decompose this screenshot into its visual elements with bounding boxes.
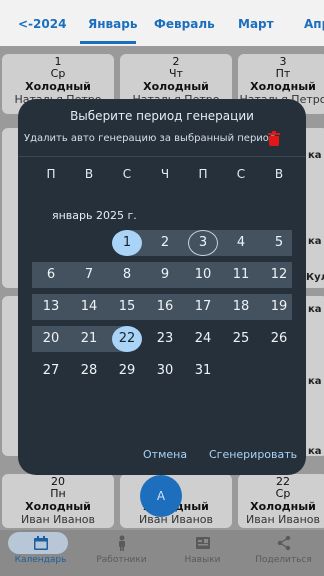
day-of-week: Чт — [169, 67, 183, 80]
month-tabs: <-2024 Январь Февраль Март Апр — [0, 0, 324, 46]
dialog-title: Выберите период генерации — [70, 109, 254, 123]
calendar-day-8[interactable]: 8 — [112, 262, 142, 288]
calendar-day-10[interactable]: 10 — [188, 262, 218, 288]
dialog-divider — [18, 156, 306, 157]
calendar-day-11[interactable]: 11 — [226, 262, 256, 288]
day-card[interactable]: 22 Ср Холодный Иван Иванов — [238, 474, 324, 528]
nav-skills[interactable]: Навыки — [162, 530, 243, 576]
weekday-label: В — [84, 167, 94, 181]
generate-button[interactable]: Сгенерировать — [209, 448, 297, 461]
shift-type: Холодный — [25, 500, 91, 513]
calendar-day-27[interactable]: 27 — [36, 358, 66, 384]
weekday-label: Ч — [160, 167, 170, 181]
cancel-button[interactable]: Отмена — [143, 448, 187, 461]
nav-label: Навыки — [184, 555, 221, 565]
calendar-day-23[interactable]: 23 — [150, 326, 180, 352]
calendar-day-18[interactable]: 18 — [226, 294, 256, 320]
calendar-day-13[interactable]: 13 — [36, 294, 66, 320]
nav-calendar[interactable]: Календарь — [0, 530, 81, 576]
calendar-day-26[interactable]: 26 — [264, 326, 294, 352]
nav-share[interactable]: Поделиться — [243, 530, 324, 576]
tab-march[interactable]: Март — [238, 17, 274, 31]
nav-label: Календарь — [14, 555, 67, 565]
employee-name: Иван Иванов — [139, 513, 213, 526]
card-fragment: ка — [308, 304, 322, 315]
card-fragment: ка — [308, 236, 322, 247]
calendar-day-3[interactable]: 3 — [188, 230, 218, 256]
calendar-day-12[interactable]: 12 — [264, 262, 294, 288]
weekday-label: В — [274, 167, 284, 181]
date-range-dialog: Выберите период генерации Удалить авто г… — [18, 99, 306, 475]
card-fragment: ка — [308, 150, 322, 161]
weekday-label: С — [236, 167, 246, 181]
bottom-nav: Календарь Работники Навыки Поделиться — [0, 530, 324, 576]
person-icon — [118, 535, 125, 551]
skills-icon — [195, 537, 210, 549]
tab-january[interactable]: Январь — [88, 17, 137, 31]
auto-generate-fab[interactable]: А — [140, 475, 182, 517]
tab-april[interactable]: Апр — [304, 17, 324, 31]
tab-february[interactable]: Февраль — [154, 17, 215, 31]
shift-type: Холодный — [143, 80, 209, 93]
month-label: январь 2025 г. — [52, 209, 137, 222]
shift-type: Холодный — [25, 80, 91, 93]
weekday-label: П — [198, 167, 208, 181]
nav-workers[interactable]: Работники — [81, 530, 162, 576]
calendar-day-21[interactable]: 21 — [74, 326, 104, 352]
day-of-week: Пн — [50, 487, 66, 500]
shift-type: Холодный — [250, 500, 316, 513]
calendar-day-4[interactable]: 4 — [226, 230, 256, 256]
employee-name: Иван Иванов — [246, 513, 320, 526]
calendar-day-30[interactable]: 30 — [150, 358, 180, 384]
tab-prev-year[interactable]: <-2024 — [18, 17, 66, 31]
weekday-label: С — [122, 167, 132, 181]
card-fragment: ка — [308, 376, 322, 387]
delete-auto-generation-label: Удалить авто генерацию за выбранный пери… — [24, 133, 276, 144]
active-tab-indicator — [80, 41, 136, 44]
shift-type: Холодный — [250, 80, 316, 93]
trash-icon[interactable] — [268, 131, 280, 146]
calendar-day-24[interactable]: 24 — [188, 326, 218, 352]
calendar-day-16[interactable]: 16 — [150, 294, 180, 320]
card-fragment: Кула — [306, 272, 324, 283]
calendar-day-20[interactable]: 20 — [36, 326, 66, 352]
calendar-day-5[interactable]: 5 — [264, 230, 294, 256]
nav-label: Поделиться — [255, 555, 312, 565]
day-card[interactable]: 20 Пн Холодный Иван Иванов — [2, 474, 114, 528]
calendar-day-19[interactable]: 19 — [264, 294, 294, 320]
calendar-day-22[interactable]: 22 — [112, 326, 142, 352]
day-of-week: Ср — [50, 67, 66, 80]
calendar-day-25[interactable]: 25 — [226, 326, 256, 352]
calendar-day-14[interactable]: 14 — [74, 294, 104, 320]
calendar-icon — [33, 536, 48, 550]
day-of-week: Ср — [275, 487, 291, 500]
calendar-day-28[interactable]: 28 — [74, 358, 104, 384]
calendar-day-17[interactable]: 17 — [188, 294, 218, 320]
calendar-day-9[interactable]: 9 — [150, 262, 180, 288]
share-icon — [277, 535, 290, 551]
calendar-day-6[interactable]: 6 — [36, 262, 66, 288]
day-of-week: Пт — [275, 67, 291, 80]
calendar-day-1[interactable]: 1 — [112, 230, 142, 256]
nav-label: Работники — [96, 555, 147, 565]
calendar-day-29[interactable]: 29 — [112, 358, 142, 384]
calendar-day-7[interactable]: 7 — [74, 262, 104, 288]
calendar-day-2[interactable]: 2 — [150, 230, 180, 256]
calendar-day-15[interactable]: 15 — [112, 294, 142, 320]
weekday-label: П — [46, 167, 56, 181]
employee-name: Иван Иванов — [21, 513, 95, 526]
calendar-day-31[interactable]: 31 — [188, 358, 218, 384]
card-fragment: ка — [308, 446, 322, 457]
